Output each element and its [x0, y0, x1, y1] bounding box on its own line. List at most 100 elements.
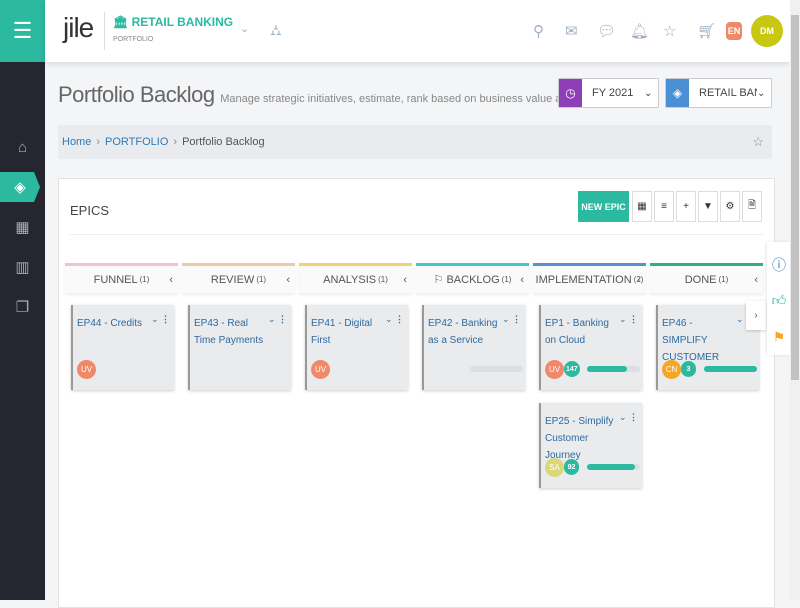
epic-title[interactable]: EP42 - Banking as a Service [428, 315, 503, 349]
owner-avatar: UV [77, 360, 96, 379]
list-view-icon[interactable]: ≡ [654, 191, 674, 222]
user-avatar[interactable]: DM [751, 15, 783, 47]
chevron-down-icon[interactable]: ⌄ [619, 314, 627, 324]
column-count: (1) [719, 275, 729, 284]
help-icon[interactable]: ⓘ [770, 254, 788, 276]
epic-card[interactable]: EP25 - Simplify Customer Journey ⌄ ⋮ SA … [539, 403, 642, 488]
star-icon[interactable]: ☆ [663, 22, 676, 40]
logo: jile [63, 12, 93, 44]
card-menu[interactable]: ⌄ ⋮ [385, 314, 404, 325]
card-menu[interactable]: ⌄ ⋮ [619, 412, 638, 423]
home-icon[interactable]: ⌂ [0, 132, 45, 162]
add-icon[interactable]: + [676, 191, 696, 222]
menu-icon[interactable]: ☰ [0, 0, 45, 62]
hierarchy-icon[interactable]: ⛼ [270, 22, 282, 41]
more-icon[interactable]: ⋮ [161, 314, 170, 324]
collapse-icon[interactable]: ‹ [286, 274, 290, 286]
collapse-icon[interactable]: ‹ [754, 274, 758, 286]
breadcrumb-portfolio[interactable]: PORTFOLIO [105, 136, 168, 148]
card-menu[interactable]: ⌄ ⋮ [502, 314, 521, 325]
more-icon[interactable]: ⋮ [629, 314, 638, 324]
column-title: REVIEW [211, 274, 254, 286]
epic-title[interactable]: EP25 - Simplify Customer Journey [545, 413, 620, 464]
cart-icon[interactable]: 🛒︎ [697, 22, 716, 40]
epic-card[interactable]: EP43 - Real Time Payments ⌄ ⋮ [188, 305, 291, 390]
collapse-icon[interactable]: ‹ [169, 274, 173, 286]
epic-title[interactable]: EP44 - Credits [77, 315, 152, 332]
board-title: EPICS [70, 203, 109, 218]
signpost-icon[interactable]: ⚑ [770, 326, 788, 348]
chevron-down-icon[interactable]: ⌄ [385, 314, 393, 324]
sidebar: ☰ ⌂ ◈ ▦ ▥ ❐ [0, 0, 45, 600]
epic-title[interactable]: EP43 - Real Time Payments [194, 315, 269, 349]
progress-fill [704, 366, 757, 372]
progress-bar [587, 464, 640, 470]
column-count: (1) [502, 275, 512, 284]
card-menu[interactable]: ⌄ ⋮ [619, 314, 638, 325]
chevron-down-icon[interactable]: ⌄ [240, 22, 249, 35]
chevron-down-icon[interactable]: ⌄ [502, 314, 510, 324]
calendar-icon[interactable]: ▦ [0, 212, 45, 242]
star-icon[interactable]: ☆ [752, 134, 764, 150]
story-count-badge: 147 [564, 361, 580, 377]
story-count-badge: 92 [564, 459, 579, 475]
more-icon[interactable]: ⋮ [278, 314, 287, 324]
export-icon[interactable]: 🗎︎ [742, 191, 762, 222]
divider [70, 234, 763, 235]
chevron-down-icon: ⌄ [644, 88, 658, 99]
help-panel: ⓘ 👍︎ ⚑ [767, 242, 790, 355]
fiscal-year-select[interactable]: ◷FY 2021⌄ [558, 78, 659, 108]
collapse-icon[interactable]: ‹ [403, 274, 407, 286]
collapse-icon[interactable]: ‹ [637, 274, 641, 286]
chart-icon[interactable]: ▥ [0, 252, 45, 282]
column-title: IMPLEMENTATION [536, 274, 632, 286]
epic-card[interactable]: EP44 - Credits ⌄ ⋮ UV [71, 305, 174, 390]
epic-title[interactable]: EP41 - Digital First [311, 315, 386, 349]
column-header: ANALYSIS(1)‹ [299, 263, 412, 293]
clipboard-icon[interactable]: ❐ [0, 292, 45, 322]
more-icon[interactable]: ⋮ [512, 314, 521, 324]
org-sub: PORTFOLIO [113, 36, 153, 43]
collapse-icon[interactable]: ‹ [520, 274, 524, 286]
chevron-down-icon[interactable]: ⌄ [619, 412, 627, 422]
scroll-right-button[interactable]: › [746, 301, 766, 330]
owner-avatar: CN [662, 360, 681, 379]
org-select[interactable]: ◈RETAIL BANKING⌄ [665, 78, 772, 108]
search-icon[interactable]: ⚲ [533, 22, 544, 40]
language-badge[interactable]: EN [726, 22, 742, 40]
epic-card[interactable]: EP1 - Banking on Cloud ⌄ ⋮ UV 147 [539, 305, 642, 390]
epic-card[interactable]: EP42 - Banking as a Service ⌄ ⋮ [422, 305, 525, 390]
scrollbar[interactable] [790, 0, 800, 600]
epic-title[interactable]: EP1 - Banking on Cloud [545, 315, 620, 349]
story-count-badge: 3 [681, 361, 696, 377]
owner-avatar: SA [545, 458, 564, 477]
chevron-down-icon[interactable]: ⌄ [736, 314, 744, 324]
card-menu[interactable]: ⌄ ⋮ [268, 314, 287, 325]
chevron-down-icon[interactable]: ⌄ [151, 314, 159, 324]
layers-icon[interactable]: ◈ [0, 172, 40, 202]
settings-icon[interactable]: ⚙ [720, 191, 740, 222]
chevron-down-icon[interactable]: ⌄ [268, 314, 276, 324]
mail-icon[interactable]: ✉ [565, 22, 578, 40]
epic-card[interactable]: EP41 - Digital First ⌄ ⋮ UV [305, 305, 408, 390]
chat-icon[interactable]: 💬︎ [597, 22, 616, 40]
thumbs-up-icon[interactable]: 👍︎ [770, 289, 788, 311]
org-name[interactable]: 🏛 RETAIL BANKING [113, 15, 233, 29]
column-header: ⚐ BACKLOG(1)‹ [416, 263, 529, 293]
epic-title[interactable]: EP46 - SIMPLIFY CUSTOMER [662, 315, 737, 366]
clock-icon: ◷ [559, 79, 582, 107]
more-icon[interactable]: ⋮ [395, 314, 404, 324]
new-epic-button[interactable]: NEW EPIC [578, 191, 629, 222]
layers-icon: ◈ [666, 79, 689, 107]
column-title: FUNNEL [94, 274, 138, 286]
bell-icon[interactable]: 🔔︎ [630, 22, 649, 40]
progress-bar [704, 366, 757, 372]
more-icon[interactable]: ⋮ [629, 412, 638, 422]
owner-avatar: UV [311, 360, 330, 379]
card-menu[interactable]: ⌄ ⋮ [151, 314, 170, 325]
scrollbar-thumb[interactable] [791, 15, 799, 380]
breadcrumb-home[interactable]: Home [62, 136, 91, 148]
epic-card[interactable]: EP46 - SIMPLIFY CUSTOMER ⌄ ⋮ CN 3 [656, 305, 759, 390]
filter-icon[interactable]: ▼ [698, 191, 718, 222]
grid-view-icon[interactable]: ▦ [632, 191, 652, 222]
